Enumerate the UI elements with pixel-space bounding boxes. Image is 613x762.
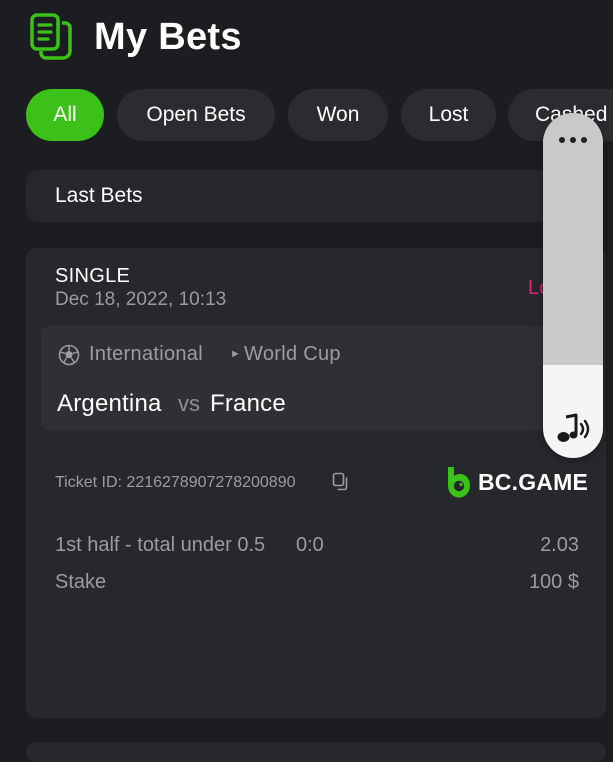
more-icon[interactable] [555, 133, 591, 147]
tab-lost[interactable]: Lost [401, 89, 496, 141]
league-competition: World Cup [244, 343, 341, 365]
league-category: International [89, 343, 203, 365]
selection-label: 1st half - total under 0.5 [55, 534, 266, 556]
bet-card[interactable]: SINGLE Dec 18, 2022, 10:13 Lost Internat… [26, 248, 606, 718]
volume-track[interactable] [543, 113, 603, 365]
odds-value: 2.03 [540, 534, 579, 556]
bet-type: SINGLE [55, 265, 131, 287]
bet-date: Dec 18, 2022, 10:13 [55, 289, 227, 310]
stake-value: 100 $ [528, 571, 579, 593]
bc-game-logo-icon [448, 467, 470, 498]
last-bets-header[interactable]: Last Bets [26, 170, 601, 222]
page-title: My Bets [94, 15, 242, 58]
away-team: France [210, 390, 286, 417]
section-title: Last Bets [55, 184, 143, 207]
receipt-icon [30, 13, 72, 60]
tab-all[interactable]: All [26, 89, 104, 141]
tab-label: Lost [428, 103, 469, 126]
music-note-icon[interactable] [554, 413, 592, 445]
ticket-id: Ticket ID: 2216278907278200890 [55, 474, 296, 491]
soccer-ball-icon [58, 344, 80, 366]
tab-won[interactable]: Won [288, 89, 388, 141]
stake-label: Stake [55, 571, 107, 593]
home-team: Argentina [57, 390, 162, 417]
brand-name: BC.GAME [478, 468, 589, 495]
tab-label: All [53, 103, 77, 126]
brand-logo: BC.GAME [446, 464, 588, 500]
tab-open-bets[interactable]: Open Bets [117, 89, 275, 141]
copy-icon[interactable] [332, 472, 350, 492]
volume-slider[interactable] [543, 113, 603, 458]
filter-tabs: All Open Bets Won Lost Cashed out [26, 89, 613, 141]
chevron-right-icon: ► [230, 348, 241, 360]
page-header: My Bets [30, 12, 242, 62]
versus-label: vs [178, 391, 200, 416]
next-bet-card[interactable] [26, 742, 606, 762]
tab-label: Open Bets [146, 103, 246, 126]
selection-score: 0:0 [296, 534, 324, 556]
tab-label: Won [316, 103, 360, 126]
